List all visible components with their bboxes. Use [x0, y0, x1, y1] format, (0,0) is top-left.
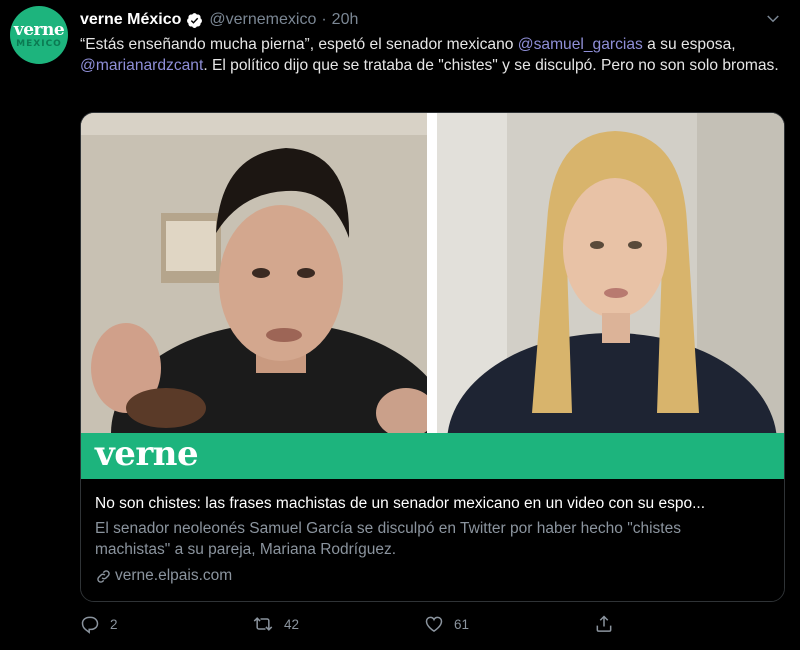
- retweet-icon: [253, 617, 273, 631]
- card-description: El senador neoleonés Samuel García se di…: [95, 520, 681, 558]
- author-name[interactable]: verne México: [80, 11, 181, 29]
- link-icon: [97, 569, 110, 583]
- share-button[interactable]: [594, 614, 624, 634]
- video-frame-right: [437, 113, 784, 433]
- tweet-header: verne México @vernemexico · 20h: [80, 9, 358, 31]
- tweet-text: “Estás enseñando mucha pierna”, espetó e…: [80, 34, 785, 76]
- man-in-video-image: [81, 113, 427, 433]
- like-button[interactable]: 61: [424, 614, 469, 634]
- card-link[interactable]: verne.elpais.com: [95, 567, 232, 585]
- card-info[interactable]: No son chistes: las frases machistas de …: [81, 479, 784, 601]
- brand-bar: verne: [81, 433, 784, 479]
- avatar-logo-text: verne: [13, 20, 65, 40]
- tweet-actions: 2 42 61: [80, 614, 640, 638]
- mention-link[interactable]: @samuel_garcias: [518, 36, 643, 53]
- reply-button[interactable]: 2: [80, 614, 118, 634]
- separator-dot: ·: [321, 11, 327, 28]
- brand-logo: verne: [95, 434, 199, 474]
- avatar-logo-subtext: MEXICO: [16, 39, 62, 49]
- retweet-button[interactable]: 42: [252, 614, 299, 634]
- tweet[interactable]: verne MEXICO verne México @vernemexico ·…: [0, 0, 800, 650]
- tweet-text-part: “Estás enseñando mucha pierna”, espetó e…: [80, 36, 518, 53]
- timestamp[interactable]: 20h: [332, 11, 359, 29]
- card-title: No son chistes: las frases machistas de …: [95, 495, 706, 512]
- chevron-down-icon[interactable]: [764, 10, 782, 28]
- tweet-text-part: . El político dijo que se trataba de "ch…: [203, 57, 779, 74]
- verified-badge-icon: [187, 12, 203, 28]
- like-icon: [425, 616, 443, 632]
- avatar[interactable]: verne MEXICO: [10, 6, 68, 64]
- link-card[interactable]: verne No son chistes: las frases machist…: [80, 112, 785, 602]
- video-divider: [427, 113, 437, 433]
- like-count: 61: [454, 616, 470, 632]
- reply-count: 2: [110, 616, 118, 632]
- woman-in-video-image: [437, 113, 784, 433]
- reply-icon: [81, 616, 99, 634]
- card-media[interactable]: verne: [81, 113, 784, 479]
- mention-link[interactable]: @marianardzcant: [80, 57, 203, 74]
- retweet-count: 42: [284, 616, 300, 632]
- video-frame-left: [81, 113, 427, 433]
- author-handle[interactable]: @vernemexico: [209, 11, 316, 29]
- tweet-text-part: a su esposa,: [642, 36, 736, 53]
- share-icon: [596, 615, 612, 632]
- card-link-text: verne.elpais.com: [115, 567, 233, 584]
